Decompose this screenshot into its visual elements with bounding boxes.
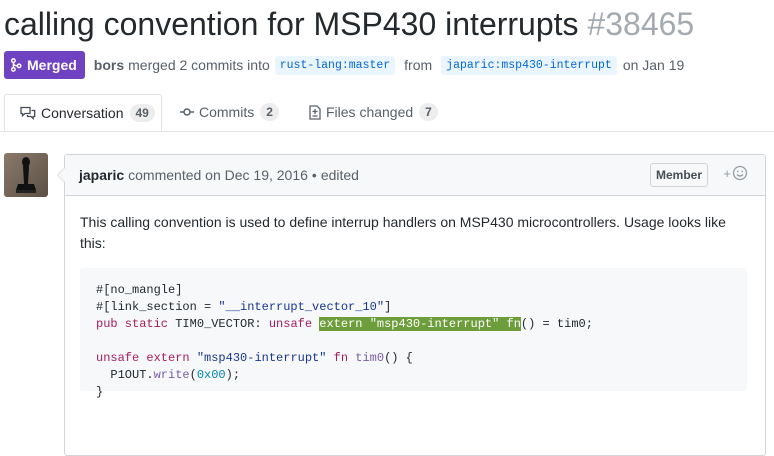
code-block: #[no_mangle] #[link_section = "__interru… xyxy=(80,268,747,399)
header-separator: • xyxy=(311,167,317,183)
edited-label[interactable]: edited xyxy=(321,167,359,183)
comment-author-link[interactable]: japaric xyxy=(79,167,124,183)
merge-date: on Jan 19 xyxy=(622,57,685,73)
file-diff-icon xyxy=(309,104,321,120)
pr-meta: Merged bors merged 2 commits into rust-l… xyxy=(4,51,684,79)
git-commit-icon xyxy=(180,105,194,119)
comment-text: This calling convention is used to defin… xyxy=(80,214,726,251)
smiley-icon xyxy=(732,165,748,181)
comment-timestamp[interactable]: commented on Dec 19, 2016 xyxy=(128,167,308,183)
tab-files-changed-label: Files changed xyxy=(326,104,414,120)
base-branch[interactable]: rust-lang:master xyxy=(274,55,396,75)
comment-box: japaric commented on Dec 19, 2016 • edit… xyxy=(57,154,766,456)
chess-piece-avatar-image xyxy=(4,153,48,197)
merged-badge: Merged xyxy=(4,51,85,79)
tab-files-changed-count: 7 xyxy=(419,103,438,121)
from-text: from xyxy=(404,57,433,73)
merge-text: merged 2 commits into xyxy=(128,57,270,73)
pr-title-text: calling convention for MSP430 interrupts xyxy=(4,6,579,42)
comment-body: This calling convention is used to defin… xyxy=(65,196,765,407)
code-line-2: #[link_section = "__interrupt_vector_10"… xyxy=(96,300,392,314)
code-line-7: } xyxy=(96,385,104,399)
reaction-plus: + xyxy=(723,165,731,181)
tab-conversation-label: Conversation xyxy=(41,104,124,121)
comment-discussion-icon xyxy=(20,106,36,120)
git-merge-icon xyxy=(10,58,22,72)
highlighted-selection: extern "msp430-interrupt" fn xyxy=(319,317,521,331)
pr-tabs: Conversation 49 Commits 2 Files changed … xyxy=(0,94,774,132)
code-line-3: pub static TIM0_VECTOR: unsafe extern "m… xyxy=(96,317,593,331)
code-line-1: #[no_mangle] xyxy=(96,283,183,297)
tab-files-changed[interactable]: Files changed 7 xyxy=(309,94,438,130)
merged-label: Merged xyxy=(27,57,77,73)
pr-number: #38465 xyxy=(587,6,695,42)
tab-commits-count: 2 xyxy=(260,103,279,121)
code-line-5: unsafe extern "msp430-interrupt" fn tim0… xyxy=(96,351,413,365)
tab-conversation[interactable]: Conversation 49 xyxy=(4,94,162,131)
tab-commits[interactable]: Commits 2 xyxy=(180,94,279,130)
add-reaction-button[interactable]: + xyxy=(723,165,748,181)
pr-title: calling convention for MSP430 interrupts… xyxy=(4,4,694,44)
tab-commits-label: Commits xyxy=(199,104,255,120)
avatar[interactable] xyxy=(4,153,48,197)
head-branch[interactable]: japaric:msp430-interrupt xyxy=(441,55,617,75)
tab-conversation-count: 49 xyxy=(129,103,155,122)
member-badge: Member xyxy=(649,163,708,187)
comment-header: japaric commented on Dec 19, 2016 • edit… xyxy=(65,155,765,196)
code-line-6: P1OUT.write(0x00); xyxy=(96,368,241,382)
merger-link[interactable]: bors xyxy=(94,57,124,73)
